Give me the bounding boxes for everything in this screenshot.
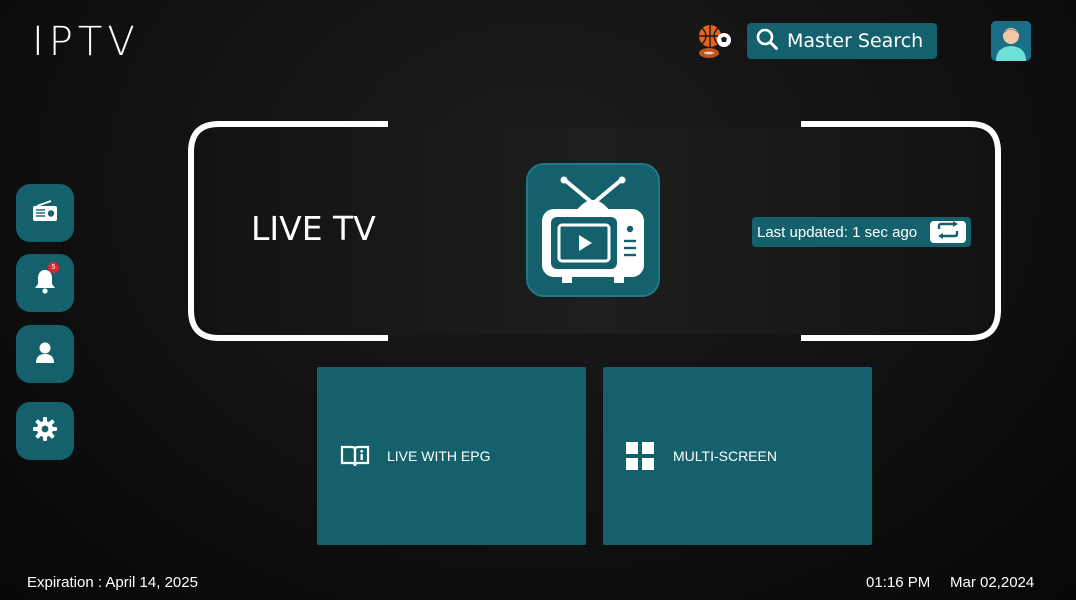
refresh-button[interactable] xyxy=(930,220,966,244)
last-updated-text: Last updated: 1 sec ago xyxy=(757,223,918,241)
search-icon xyxy=(755,27,779,56)
user-avatar-icon[interactable] xyxy=(991,21,1031,61)
multi-screen-label: MULTI-SCREEN xyxy=(673,448,777,464)
notification-badge: 5 xyxy=(48,262,59,273)
live-with-epg-label: LIVE WITH EPG xyxy=(387,448,491,464)
live-tv-card[interactable]: LIVE TV Last updated: 1 sec ago xyxy=(187,120,1002,342)
grid-icon xyxy=(625,441,655,471)
gear-icon xyxy=(32,416,58,447)
multi-screen-tile[interactable]: MULTI-SCREEN xyxy=(603,367,872,545)
master-search-label: Master Search xyxy=(787,30,924,52)
refresh-icon xyxy=(935,220,961,244)
current-date: Mar 02,2024 xyxy=(950,574,1035,591)
last-updated-status: Last updated: 1 sec ago xyxy=(752,217,971,247)
sidebar-item-account[interactable] xyxy=(16,325,74,383)
master-search-button[interactable]: Master Search xyxy=(747,23,937,59)
app-logo: IPTV xyxy=(32,19,140,65)
user-icon xyxy=(33,340,57,369)
clock-time: 01:16 PM xyxy=(866,574,931,591)
sidebar-item-notifications[interactable]: 5 xyxy=(16,254,74,312)
sports-balls-icon[interactable] xyxy=(694,22,734,60)
live-tv-title: LIVE TV xyxy=(251,209,376,248)
expiration-text: Expiration : April 14, 2025 xyxy=(27,574,198,591)
radio-icon xyxy=(32,199,58,227)
sidebar-item-radio[interactable] xyxy=(16,184,74,242)
sidebar-item-settings[interactable] xyxy=(16,402,74,460)
tv-play-icon xyxy=(526,163,660,297)
book-icon xyxy=(340,444,370,468)
live-with-epg-tile[interactable]: LIVE WITH EPG xyxy=(317,367,586,545)
